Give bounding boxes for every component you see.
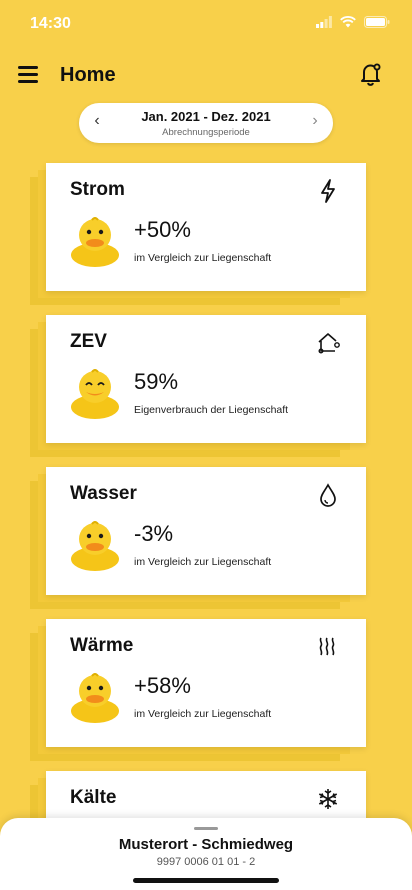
status-icons bbox=[316, 16, 390, 28]
duck-icon bbox=[71, 369, 119, 419]
solar-house-icon bbox=[318, 333, 340, 354]
card-subtitle: im Vergleich zur Liegenschaft bbox=[134, 708, 272, 720]
app-header: Home bbox=[0, 58, 412, 94]
card-title: Strom bbox=[70, 179, 125, 200]
duck-icon bbox=[71, 217, 119, 267]
strom-card[interactable]: Strom +50% im Vergleich zur Liegenschaft bbox=[46, 163, 366, 291]
lightning-icon bbox=[321, 179, 335, 203]
card-subtitle: im Vergleich zur Liegenschaft bbox=[134, 252, 272, 264]
card-title: ZEV bbox=[70, 331, 107, 352]
notification-bell-icon[interactable] bbox=[358, 60, 384, 88]
drag-handle[interactable] bbox=[194, 827, 218, 830]
hamburger-menu-icon[interactable] bbox=[18, 66, 38, 83]
period-selector[interactable]: ‹ Jan. 2021 - Dez. 2021 Abrechnungsperio… bbox=[79, 103, 333, 143]
status-bar: 14:30 bbox=[0, 0, 412, 48]
water-drop-icon bbox=[320, 483, 336, 507]
duck-icon bbox=[71, 673, 119, 723]
location-id: 9997 0006 01 01 - 2 bbox=[156, 856, 256, 868]
duck-icon bbox=[71, 521, 119, 571]
card-title: Kälte bbox=[70, 787, 117, 808]
wasser-card[interactable]: Wasser -3% im Vergleich zur Liegenschaft bbox=[46, 467, 366, 595]
wifi-icon bbox=[340, 16, 356, 28]
heat-waves-icon bbox=[319, 637, 335, 656]
location-bottom-sheet[interactable]: Musterort - Schmiedweg 9997 0006 01 01 -… bbox=[0, 818, 412, 890]
card-title: Wasser bbox=[70, 483, 137, 504]
next-period-button[interactable]: › bbox=[305, 112, 325, 130]
card-value: 59% bbox=[134, 369, 179, 394]
card-value: +58% bbox=[134, 673, 191, 698]
home-indicator bbox=[133, 878, 279, 883]
period-label: Abrechnungsperiode bbox=[162, 127, 250, 138]
waerme-card[interactable]: Wärme +58% im Vergleich zur Liegenschaft bbox=[46, 619, 366, 747]
location-name: Musterort - Schmiedweg bbox=[118, 836, 294, 853]
card-subtitle: Eigenverbrauch der Liegenschaft bbox=[134, 404, 289, 416]
card-value: -3% bbox=[134, 521, 174, 546]
card-subtitle: im Vergleich zur Liegenschaft bbox=[134, 556, 272, 568]
period-range: Jan. 2021 - Dez. 2021 bbox=[141, 109, 271, 124]
status-time: 14:30 bbox=[30, 15, 71, 32]
snowflake-icon bbox=[318, 789, 338, 809]
card-title: Wärme bbox=[70, 635, 134, 656]
page-title: Home bbox=[60, 64, 116, 86]
signal-icon bbox=[316, 16, 332, 28]
zev-card[interactable]: ZEV 59% Eigenverbrauch der Liegenschaft bbox=[46, 315, 366, 443]
card-value: +50% bbox=[134, 217, 191, 242]
battery-icon bbox=[364, 16, 390, 28]
